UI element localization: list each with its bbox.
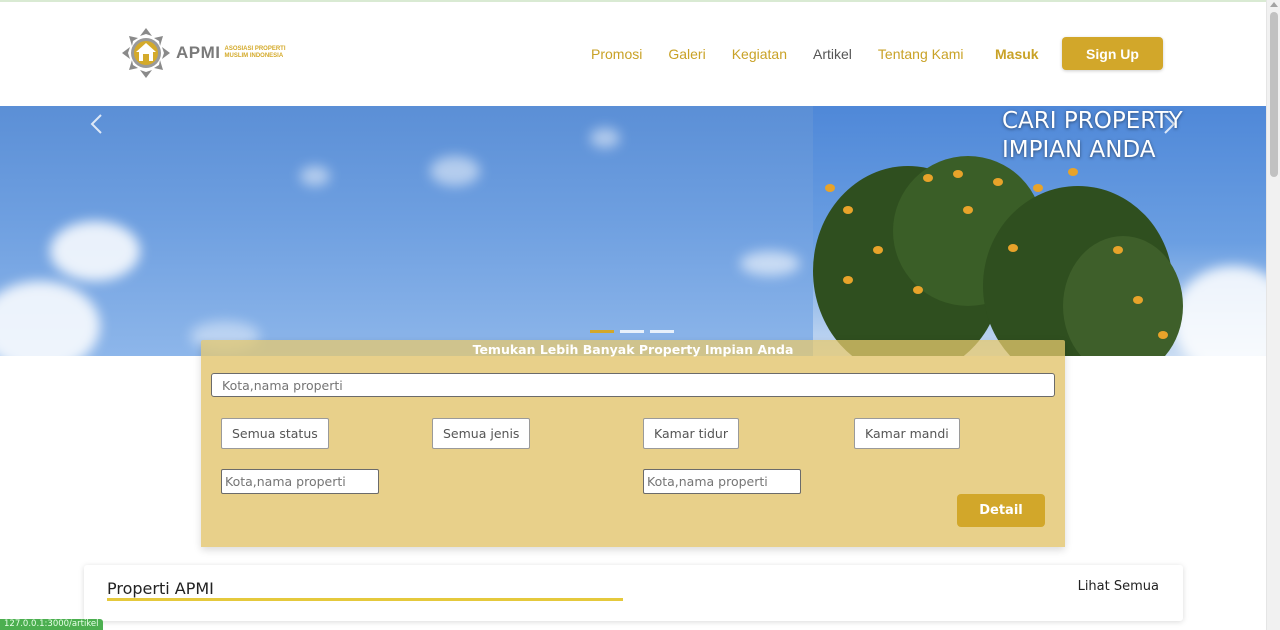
house-ornament-icon xyxy=(122,28,170,78)
scroll-up-icon[interactable] xyxy=(1270,2,1278,7)
hero-slide-sky xyxy=(0,106,813,356)
signup-button[interactable]: Sign Up xyxy=(1062,37,1163,70)
brand-tagline: ASOSIASI PROPERTI MUSLIM INDONESIA xyxy=(225,46,286,60)
main-nav: Promosi Galeri Kegiatan Artikel Tentang … xyxy=(591,46,990,62)
nav-artikel[interactable]: Artikel xyxy=(813,46,852,62)
carousel-indicators xyxy=(590,330,680,333)
search-panel-title: Temukan Lebih Banyak Property Impian And… xyxy=(472,342,794,357)
properti-title: Properti APMI xyxy=(107,579,214,598)
see-all-link[interactable]: Lihat Semua xyxy=(1078,579,1159,594)
status-bar-url: 127.0.0.1:3000/artikel xyxy=(0,619,103,630)
scrollbar-thumb[interactable] xyxy=(1270,12,1278,177)
detail-button[interactable]: Detail xyxy=(957,494,1045,527)
carousel-indicator-2[interactable] xyxy=(620,330,644,333)
nav-promosi[interactable]: Promosi xyxy=(591,46,642,62)
title-underline xyxy=(107,598,623,601)
bedroom-filter-button[interactable]: Kamar tidur xyxy=(643,418,739,449)
brand-tagline-line1: ASOSIASI PROPERTI xyxy=(224,46,286,52)
page-scrollbar[interactable] xyxy=(1266,0,1280,630)
site-header: APMI ASOSIASI PROPERTI MUSLIM INDONESIA … xyxy=(0,2,1266,106)
login-link[interactable]: Masuk xyxy=(995,46,1039,62)
brand-tagline-line2: MUSLIM INDONESIA xyxy=(224,53,284,59)
properti-section: Properti APMI Lihat Semua xyxy=(84,565,1183,621)
brand-name: APMI xyxy=(176,43,221,62)
carousel-indicator-1[interactable] xyxy=(590,330,614,333)
search-input[interactable] xyxy=(211,373,1055,397)
nav-tentang-kami[interactable]: Tentang Kami xyxy=(878,46,964,62)
bathroom-filter-button[interactable]: Kamar mandi xyxy=(854,418,960,449)
nav-kegiatan[interactable]: Kegiatan xyxy=(732,46,787,62)
carousel-indicator-3[interactable] xyxy=(650,330,674,333)
chevron-left-icon[interactable] xyxy=(89,113,103,135)
status-filter-button[interactable]: Semua status xyxy=(221,418,329,449)
min-price-input[interactable] xyxy=(221,469,379,494)
brand-logo[interactable]: APMI ASOSIASI PROPERTI MUSLIM INDONESIA xyxy=(122,28,286,78)
max-price-input[interactable] xyxy=(643,469,801,494)
type-filter-button[interactable]: Semua jenis xyxy=(432,418,531,449)
search-panel: Temukan Lebih Banyak Property Impian And… xyxy=(201,340,1065,547)
hero-caption: CARI PROPERTY IMPIAN ANDA xyxy=(1002,108,1183,163)
nav-galeri[interactable]: Galeri xyxy=(668,46,705,62)
